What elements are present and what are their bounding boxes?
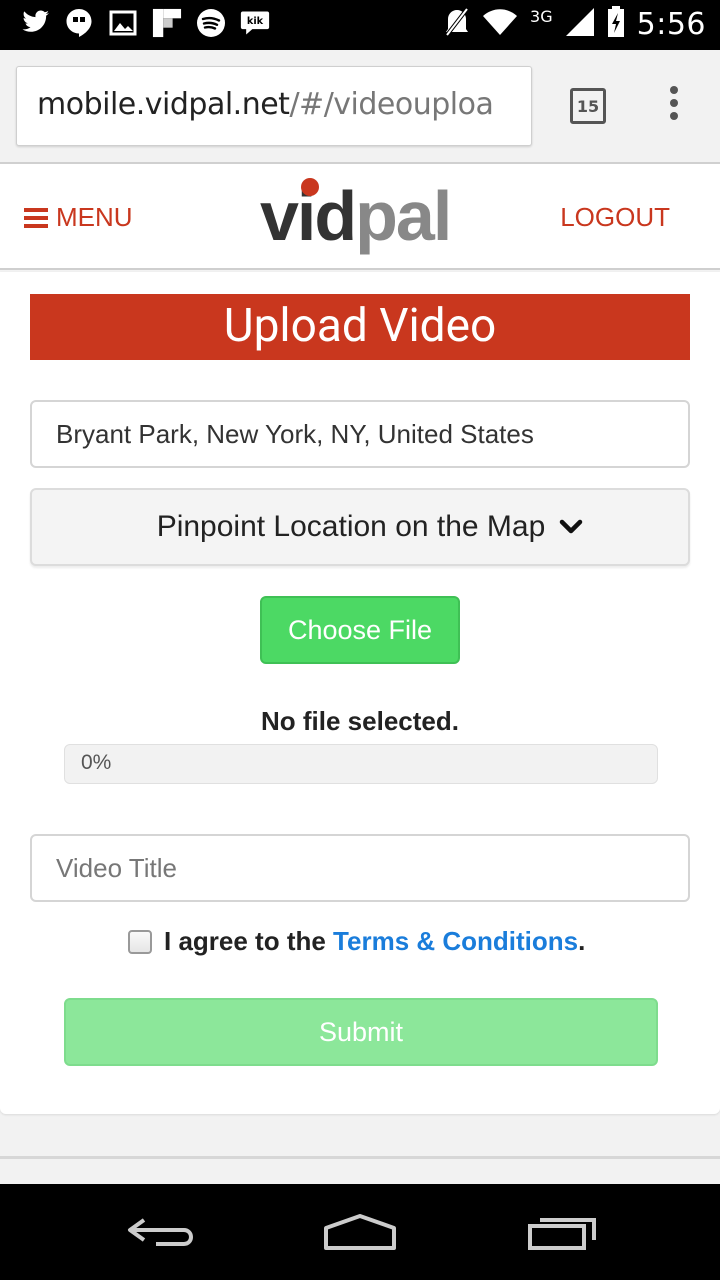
network-type-label: 3G [530, 6, 553, 26]
pinpoint-label: Pinpoint Location on the Map [156, 510, 546, 543]
wifi-icon [482, 8, 518, 40]
url-path: /#/videouploa [289, 87, 494, 122]
logout-button[interactable]: LOGOUT [560, 202, 670, 233]
terms-text: I agree to the Terms & Conditions. [164, 926, 585, 957]
agree-suffix: . [578, 926, 586, 956]
footer-divider [0, 1156, 720, 1159]
terms-link[interactable]: Terms & Conditions [333, 926, 578, 956]
terms-checkbox[interactable] [128, 929, 152, 954]
upload-form-card: Upload Video Bryant Park, New York, NY, … [0, 272, 720, 1114]
pinpoint-location-button[interactable]: Pinpoint Location on the Map [30, 488, 690, 566]
agree-prefix: I agree to the [164, 926, 334, 956]
choose-file-button[interactable]: Choose File [260, 596, 460, 664]
vidpal-logo[interactable]: vidpal [260, 178, 460, 258]
signal-icon [565, 7, 595, 41]
menu-button[interactable]: MENU [24, 202, 133, 233]
file-status-text: No file selected. [261, 706, 459, 736]
back-icon[interactable] [124, 1212, 196, 1252]
chevron-down-icon [560, 519, 583, 534]
home-icon[interactable] [322, 1212, 398, 1252]
location-input[interactable]: Bryant Park, New York, NY, United States [30, 400, 690, 468]
recent-apps-icon[interactable] [526, 1212, 598, 1252]
url-text: mobile.vidpal.net/#/videouploa [37, 87, 494, 122]
hangouts-icon [64, 8, 94, 38]
status-bar: kik 3G 5:56 [0, 0, 720, 50]
system-navigation-bar [0, 1184, 720, 1280]
terms-agreement-row: I agree to the Terms & Conditions. [128, 926, 585, 957]
kik-icon: kik [240, 8, 270, 38]
tab-switcher-button[interactable]: 15 [570, 88, 606, 124]
spotify-icon [196, 8, 226, 38]
svg-text:kik: kik [247, 16, 264, 27]
battery-charging-icon [607, 6, 625, 42]
web-page: MENU vidpal LOGOUT Upload Video Bryant P… [0, 164, 720, 1184]
gallery-icon [108, 8, 138, 38]
clock-time: 5:56 [636, 6, 706, 42]
address-bar[interactable]: mobile.vidpal.net/#/videouploa [16, 66, 532, 146]
overflow-menu-icon[interactable] [664, 86, 684, 126]
notification-icons: kik [20, 8, 270, 38]
mute-icon [444, 7, 470, 41]
upload-progress-bar: 0% [64, 744, 658, 784]
site-header: MENU vidpal LOGOUT [0, 164, 720, 270]
submit-button[interactable]: Submit [64, 998, 658, 1066]
twitter-icon [20, 8, 50, 38]
video-title-input[interactable]: Video Title [30, 834, 690, 902]
page-title: Upload Video [30, 294, 690, 360]
system-icons: 3G 5:56 [444, 6, 706, 42]
menu-label: MENU [56, 202, 133, 232]
progress-text: 0% [81, 751, 112, 774]
browser-toolbar: mobile.vidpal.net/#/videouploa 15 [0, 50, 720, 164]
flipboard-icon [152, 8, 182, 38]
hamburger-icon [24, 207, 48, 228]
url-host: mobile.vidpal.net [37, 87, 290, 122]
svg-text:vidpal: vidpal [260, 178, 450, 255]
